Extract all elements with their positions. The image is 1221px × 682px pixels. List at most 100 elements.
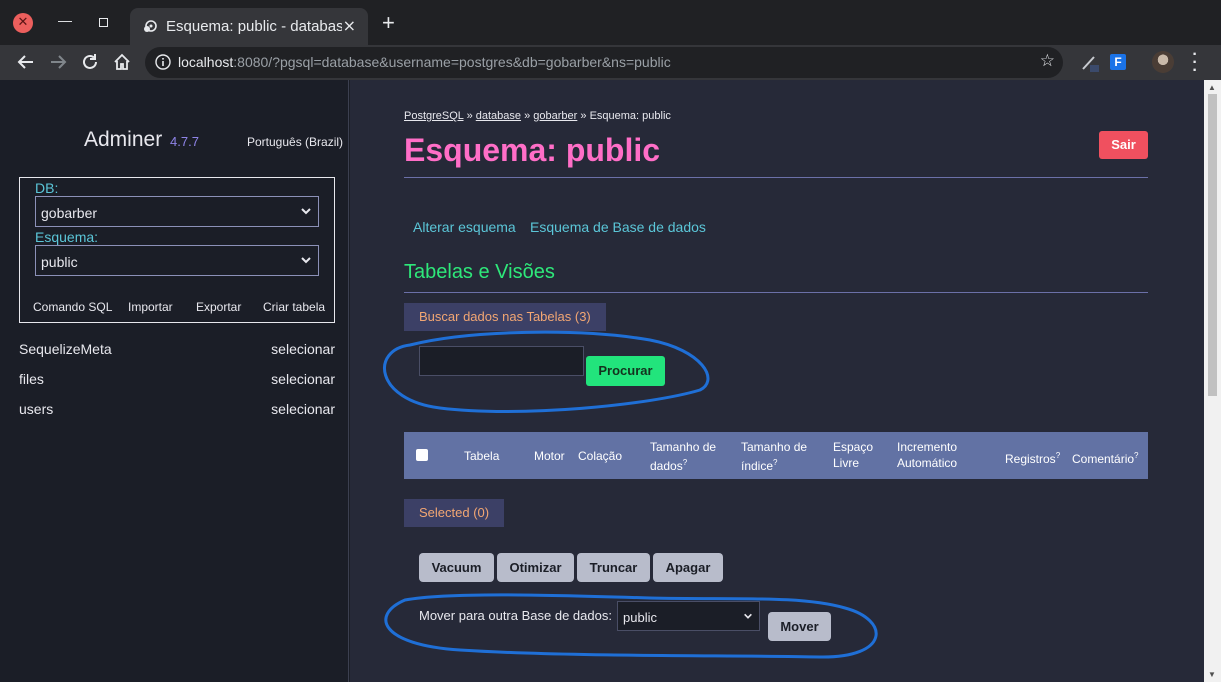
browser-menu-icon[interactable]: · · · <box>1188 47 1202 79</box>
info-icon[interactable] <box>155 54 171 70</box>
window-maximize-button[interactable] <box>99 18 108 27</box>
breadcrumb: PostgreSQL » database » gobarber » Esque… <box>404 110 671 122</box>
url-path: :8080/?pgsql=database&username=postgres&… <box>233 54 671 70</box>
select-table-link[interactable]: selecionar <box>271 341 335 357</box>
db-label: DB: <box>35 180 59 196</box>
browser-toolbar: localhost:8080/?pgsql=database&username=… <box>0 45 1221 80</box>
table-list-item: users selecionar <box>19 401 335 421</box>
divider <box>404 177 1148 178</box>
logout-button[interactable]: Sair <box>1099 131 1148 159</box>
address-bar[interactable]: localhost:8080/?pgsql=database&username=… <box>145 47 1063 78</box>
col-comment[interactable]: Comentário? <box>1072 448 1138 467</box>
chevron-down-icon <box>301 208 311 215</box>
export-link[interactable]: Exportar <box>196 300 241 314</box>
scroll-down-arrow-icon[interactable]: ▼ <box>1208 670 1216 679</box>
breadcrumb-link-server[interactable]: database <box>476 110 521 122</box>
table-list-item: files selecionar <box>19 371 335 391</box>
browser-tab[interactable]: Esquema: public - database × <box>130 8 368 45</box>
col-data-size[interactable]: Tamanho de dados? <box>650 439 716 474</box>
help-icon[interactable]: ? <box>773 458 777 467</box>
pen-extension-icon[interactable] <box>1080 53 1100 73</box>
schema-select-value: public <box>41 254 78 270</box>
breadcrumb-separator: » <box>580 110 587 122</box>
create-table-link[interactable]: Criar tabela <box>263 300 325 314</box>
url-host: localhost <box>178 54 234 70</box>
table-link[interactable]: SequelizeMeta <box>19 341 112 357</box>
move-label: Mover para outra Base de dados: <box>419 608 612 623</box>
annotation-overlay <box>383 330 878 659</box>
new-tab-button[interactable]: + <box>382 12 395 34</box>
tab-close-icon[interactable]: × <box>343 16 356 35</box>
help-icon[interactable]: ? <box>1134 451 1138 460</box>
reload-icon[interactable] <box>77 49 103 75</box>
page: Adminer 4.7.7 Português (Brazil) DB: gob… <box>0 80 1221 682</box>
page-title: Esquema: public <box>404 132 661 168</box>
adminer-favicon-icon <box>144 20 157 32</box>
optimize-button[interactable]: Otimizar <box>497 553 574 582</box>
col-index-size[interactable]: Tamanho de índice? <box>741 439 807 474</box>
feedly-extension-icon[interactable]: F <box>1110 54 1126 70</box>
language-select[interactable]: Português (Brazil) <box>247 135 343 149</box>
sidebar: Adminer 4.7.7 Português (Brazil) DB: gob… <box>0 80 349 682</box>
breadcrumb-link-driver[interactable]: PostgreSQL <box>404 110 464 122</box>
section-title: Tabelas e Visões <box>404 261 555 283</box>
tables-header: Tabela Motor Colação Tamanho de dados? Ta… <box>404 432 1148 479</box>
move-button[interactable]: Mover <box>768 612 831 641</box>
breadcrumb-link-database[interactable]: gobarber <box>533 110 577 122</box>
col-auto-increment[interactable]: Incremento Automático <box>897 439 957 471</box>
tab-title: Esquema: public - database <box>166 18 342 35</box>
move-select-value: public <box>623 610 657 625</box>
col-tabela[interactable]: Tabela <box>464 448 499 464</box>
sql-command-link[interactable]: Comando SQL <box>33 300 112 314</box>
breadcrumb-separator: » <box>524 110 531 122</box>
col-colacao[interactable]: Colação <box>578 448 622 464</box>
forward-arrow-icon[interactable] <box>45 49 71 75</box>
app-name[interactable]: Adminer <box>84 128 162 151</box>
select-table-link[interactable]: selecionar <box>271 401 335 417</box>
window-close-button[interactable]: ✕ <box>13 13 33 33</box>
browser-tab-bar: ✕ — Esquema: public - database × + <box>0 0 1221 45</box>
scroll-up-arrow-icon[interactable]: ▲ <box>1208 83 1216 92</box>
selected-toggle[interactable]: Selected (0) <box>404 499 505 527</box>
col-records[interactable]: Registros? <box>1005 448 1060 467</box>
truncate-button[interactable]: Truncar <box>577 553 650 582</box>
vacuum-button[interactable]: Vacuum <box>419 553 494 582</box>
drop-button[interactable]: Apagar <box>653 553 723 582</box>
divider <box>404 292 1148 293</box>
help-icon[interactable]: ? <box>1056 451 1060 460</box>
table-link[interactable]: files <box>19 371 44 387</box>
chevron-down-icon <box>744 613 752 619</box>
breadcrumb-current: Esquema: public <box>589 110 671 122</box>
db-select[interactable]: gobarber <box>35 196 319 227</box>
app-version[interactable]: 4.7.7 <box>170 134 199 149</box>
back-arrow-icon[interactable] <box>13 49 39 75</box>
help-icon[interactable]: ? <box>683 458 687 467</box>
select-all-checkbox[interactable] <box>416 449 428 461</box>
move-database-select[interactable]: public <box>617 601 760 631</box>
schema-select[interactable]: public <box>35 245 319 276</box>
db-select-value: gobarber <box>41 205 98 221</box>
table-list-item: SequelizeMeta selecionar <box>19 341 335 361</box>
import-link[interactable]: Importar <box>128 300 173 314</box>
search-tables-toggle[interactable]: Buscar dados nas Tabelas (3) <box>404 303 606 331</box>
main-content: PostgreSQL » database » gobarber » Esque… <box>350 80 1204 682</box>
home-icon[interactable] <box>109 49 135 75</box>
profile-avatar[interactable] <box>1152 51 1174 73</box>
col-free-space[interactable]: Espaço Livre <box>833 439 873 471</box>
search-button[interactable]: Procurar <box>586 356 665 386</box>
db-schema-box: DB: gobarber Esquema: public Comando SQL… <box>19 177 335 323</box>
bookmark-star-icon[interactable]: ☆ <box>1040 51 1055 71</box>
alter-schema-link[interactable]: Alterar esquema <box>413 219 516 235</box>
select-table-link[interactable]: selecionar <box>271 371 335 387</box>
search-input[interactable] <box>419 346 584 376</box>
table-link[interactable]: users <box>19 401 53 417</box>
window-minimize-button[interactable]: — <box>58 12 72 28</box>
app-brand[interactable]: Adminer 4.7.7 <box>84 128 199 152</box>
breadcrumb-separator: » <box>466 110 473 122</box>
chevron-down-icon <box>301 257 311 264</box>
scrollbar-thumb[interactable] <box>1208 94 1217 396</box>
url-text: localhost:8080/?pgsql=database&username=… <box>178 54 671 70</box>
database-schema-link[interactable]: Esquema de Base de dados <box>530 219 706 235</box>
col-motor[interactable]: Motor <box>534 448 565 464</box>
page-scrollbar[interactable]: ▲ ▼ <box>1204 80 1221 682</box>
